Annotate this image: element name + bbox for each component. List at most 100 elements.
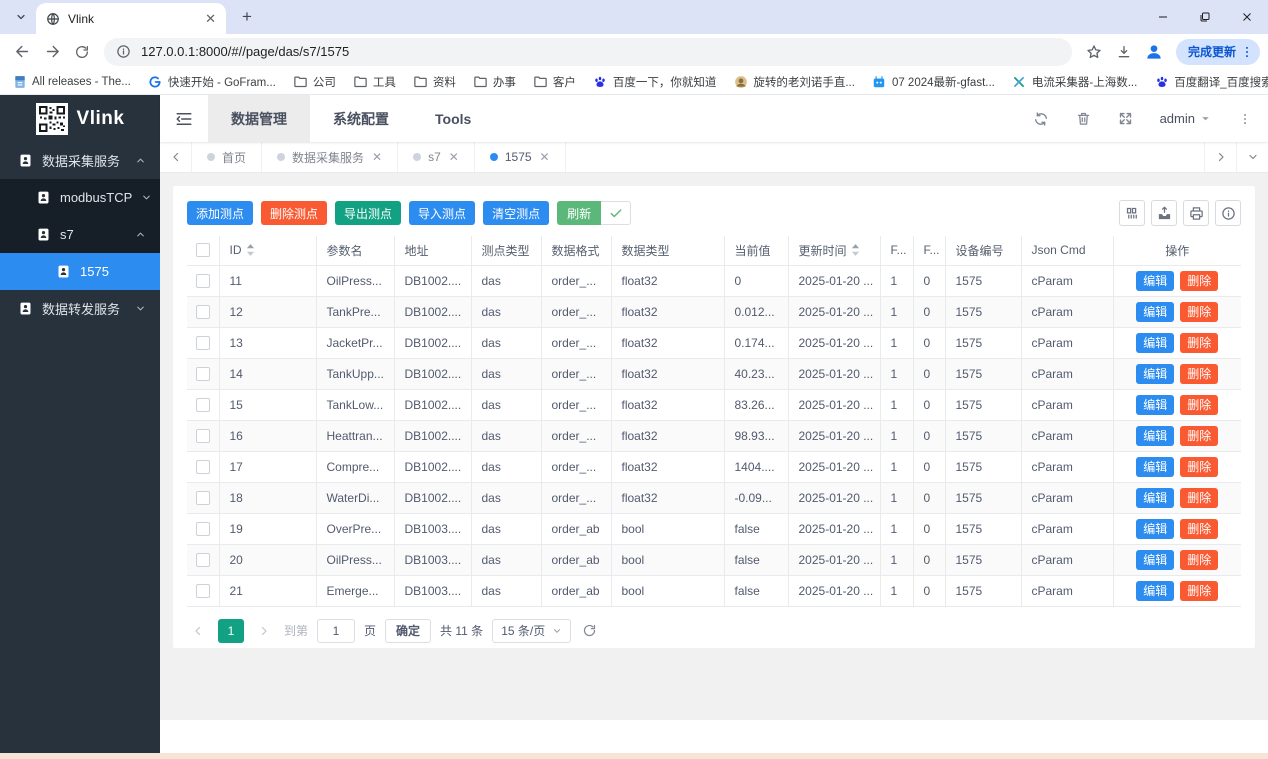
toolbar-button[interactable]: 清空测点 (483, 201, 550, 225)
maximize-button[interactable] (1184, 0, 1226, 34)
row-checkbox[interactable] (195, 490, 210, 505)
browser-update-button[interactable]: 完成更新 (1175, 38, 1260, 65)
edit-button[interactable]: 编辑 (1136, 456, 1175, 477)
new-tab-button[interactable]: + (234, 4, 260, 30)
bookmark-item[interactable]: 百度翻译_百度搜索 (1154, 74, 1268, 90)
column-header-time[interactable]: 更新时间 (788, 236, 881, 266)
sort-icon[interactable] (851, 244, 860, 257)
edit-button[interactable]: 编辑 (1136, 394, 1175, 415)
tabs-scroll-right-button[interactable] (1204, 142, 1236, 172)
export-icon-button[interactable] (1151, 200, 1177, 226)
row-checkbox[interactable] (195, 459, 210, 474)
trash-icon[interactable] (1076, 111, 1091, 126)
bookmark-item[interactable]: 07 2024最新-gfast... (872, 74, 995, 90)
user-menu[interactable]: admin (1160, 111, 1211, 126)
bookmark-item[interactable]: 旋转的老刘诺手直... (733, 74, 855, 90)
refresh-button[interactable]: 刷新 (557, 201, 602, 225)
bookmark-item[interactable]: 电流采集器-上海数... (1012, 74, 1137, 90)
delete-button[interactable]: 删除 (1180, 301, 1219, 322)
edit-button[interactable]: 编辑 (1136, 580, 1175, 601)
tab-close-icon[interactable]: ✕ (449, 150, 459, 164)
menu-fold-icon[interactable] (160, 95, 208, 142)
bookmark-star-icon[interactable] (1080, 38, 1108, 66)
page-tab[interactable]: s7 ✕ (398, 142, 475, 172)
tabs-scroll-left-button[interactable] (160, 142, 192, 172)
toolbar-button[interactable]: 导入测点 (409, 201, 476, 225)
browser-tab[interactable]: Vlink ✕ (36, 3, 226, 34)
delete-button[interactable]: 删除 (1180, 394, 1219, 415)
edit-button[interactable]: 编辑 (1136, 487, 1175, 508)
profile-avatar[interactable] (1140, 38, 1168, 66)
auto-refresh-toggle[interactable] (601, 201, 632, 225)
delete-button[interactable]: 删除 (1180, 518, 1219, 539)
edit-button[interactable]: 编辑 (1136, 332, 1175, 353)
delete-button[interactable]: 删除 (1180, 363, 1219, 384)
info-icon-button[interactable] (1215, 200, 1241, 226)
nav-item-data-management[interactable]: 数据管理 (208, 95, 310, 142)
delete-button[interactable]: 删除 (1180, 549, 1219, 570)
page-number-button[interactable]: 1 (218, 618, 244, 643)
back-icon[interactable] (8, 38, 36, 66)
edit-button[interactable]: 编辑 (1136, 301, 1175, 322)
sidebar-item-forward[interactable]: 数据转发服务 (0, 290, 160, 327)
bookmark-item[interactable]: 客户 (533, 74, 576, 90)
fullscreen-icon[interactable] (1118, 111, 1133, 126)
url-bar[interactable]: 127.0.0.1:8000/#//page/das/s7/1575 (104, 37, 1072, 66)
delete-button[interactable]: 删除 (1180, 332, 1219, 353)
bookmark-item[interactable]: 工具 (353, 74, 396, 90)
page-tab[interactable]: 数据采集服务 ✕ (262, 142, 399, 172)
tab-close-icon[interactable]: ✕ (372, 150, 382, 164)
close-window-button[interactable] (1226, 0, 1268, 34)
row-checkbox[interactable] (195, 335, 210, 350)
prev-page-icon[interactable] (187, 620, 209, 642)
pagination-refresh-icon[interactable] (582, 623, 597, 638)
row-checkbox[interactable] (195, 366, 210, 381)
row-checkbox[interactable] (195, 304, 210, 319)
toolbar-button[interactable]: 添加测点 (187, 201, 254, 225)
row-checkbox[interactable] (195, 552, 210, 567)
delete-button[interactable]: 删除 (1180, 270, 1219, 291)
sort-icon[interactable] (246, 244, 255, 257)
toolbar-button[interactable]: 删除测点 (261, 201, 328, 225)
row-checkbox[interactable] (195, 428, 210, 443)
page-size-select[interactable]: 15 条/页 (492, 618, 572, 643)
printer-icon-button[interactable] (1183, 200, 1209, 226)
page-tab[interactable]: 1575 ✕ (475, 142, 566, 172)
toolbar-button[interactable]: 导出测点 (335, 201, 402, 225)
refresh-icon[interactable] (1033, 111, 1049, 127)
bookmark-item[interactable]: 办事 (473, 74, 516, 90)
nav-item-system-config[interactable]: 系统配置 (310, 95, 412, 142)
row-checkbox[interactable] (195, 273, 210, 288)
tabs-dropdown-button[interactable] (1236, 142, 1268, 172)
tab-search-button[interactable] (8, 4, 34, 30)
reload-icon[interactable] (68, 38, 96, 66)
sidebar-item-s7[interactable]: s7 (0, 216, 160, 253)
tab-close-icon[interactable]: ✕ (205, 12, 216, 25)
more-options-icon[interactable] (1238, 112, 1252, 126)
minimize-button[interactable] (1142, 0, 1184, 34)
downloads-icon[interactable] (1110, 38, 1138, 66)
bookmark-item[interactable]: 资料 (413, 74, 456, 90)
edit-button[interactable]: 编辑 (1136, 363, 1175, 384)
confirm-page-button[interactable]: 确定 (385, 618, 432, 643)
forward-icon[interactable] (38, 38, 66, 66)
sidebar-item-modbustcp[interactable]: modbusTCP (0, 179, 160, 216)
page-tab[interactable]: 首页 (192, 142, 263, 172)
delete-button[interactable]: 删除 (1180, 425, 1219, 446)
edit-button[interactable]: 编辑 (1136, 549, 1175, 570)
row-checkbox[interactable] (195, 397, 210, 412)
nav-item-tools[interactable]: Tools (412, 95, 494, 142)
delete-button[interactable]: 删除 (1180, 456, 1219, 477)
edit-button[interactable]: 编辑 (1136, 425, 1175, 446)
tab-close-icon[interactable]: ✕ (540, 150, 550, 164)
sidebar-item-1575[interactable]: 1575 (0, 253, 160, 290)
row-checkbox[interactable] (195, 521, 210, 536)
select-all-checkbox[interactable] (195, 243, 210, 258)
edit-button[interactable]: 编辑 (1136, 518, 1175, 539)
row-checkbox[interactable] (195, 583, 210, 598)
columns-icon-button[interactable] (1119, 200, 1145, 226)
bookmark-item[interactable]: 公司 (293, 74, 336, 90)
bookmark-item[interactable]: 百度一下，你就知道 (593, 74, 716, 90)
delete-button[interactable]: 删除 (1180, 580, 1219, 601)
sidebar-item-das[interactable]: 数据采集服务 (0, 142, 160, 179)
